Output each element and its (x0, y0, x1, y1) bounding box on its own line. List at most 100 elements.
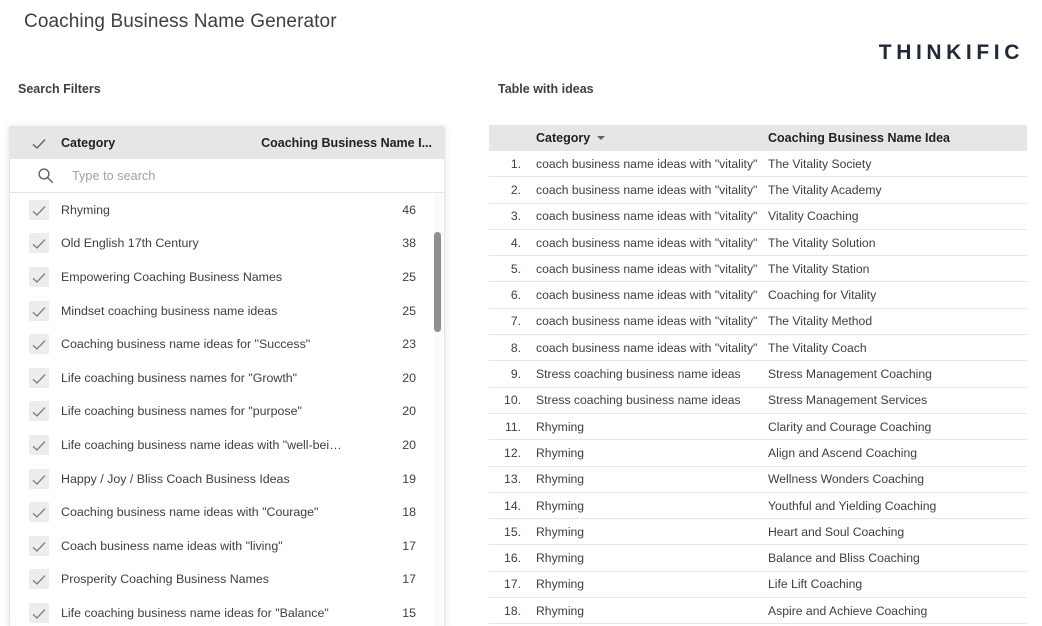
row-category: coach business name ideas with "vitality… (536, 340, 758, 355)
filter-item-count: 18 (402, 505, 416, 520)
row-number: 10. (504, 393, 521, 408)
filter-checkbox[interactable] (29, 602, 49, 623)
filter-list-item[interactable]: Life coaching business names for "Growth… (10, 361, 444, 395)
table-row[interactable]: 12. Rhyming Align and Ascend Coaching (489, 440, 1027, 467)
filter-header-category-label: Category (61, 135, 116, 150)
ideas-header-category-label: Category (536, 131, 591, 145)
row-number: 9. (510, 367, 521, 382)
table-row[interactable]: 13. Rhyming Wellness Wonders Coaching (489, 467, 1027, 493)
row-category: coach business name ideas with "vitality… (536, 182, 758, 197)
ideas-header-idea[interactable]: Coaching Business Name Idea (768, 131, 950, 145)
filter-checkbox[interactable] (29, 401, 49, 422)
row-idea: Coaching for Vitality (768, 288, 877, 303)
filter-item-count: 17 (402, 572, 416, 587)
row-number: 7. (510, 314, 521, 329)
row-number: 15. (504, 524, 521, 539)
app-root: Coaching Business Name Generator THINKIF… (0, 0, 1042, 626)
filter-checkbox[interactable] (29, 300, 49, 321)
table-row[interactable]: 2. coach business name ideas with "vitali… (489, 177, 1027, 204)
sort-descending-caret-icon[interactable] (597, 136, 606, 140)
filter-checkbox[interactable] (29, 468, 49, 489)
search-input-row[interactable]: Type to search (10, 159, 444, 193)
search-input[interactable]: Type to search (72, 169, 155, 183)
row-number: 4. (510, 235, 521, 250)
table-row[interactable]: 9. Stress coaching business name ideas Str… (489, 361, 1027, 388)
filter-item-label: Coaching business name ideas for "Succes… (61, 337, 311, 352)
table-row[interactable]: 16. Rhyming Balance and Bliss Coaching (489, 545, 1027, 572)
filter-checkbox[interactable] (29, 569, 49, 590)
row-number: 5. (510, 261, 521, 276)
filter-list-item[interactable]: Happy / Joy / Bliss Coach Business Ideas… (10, 462, 444, 496)
row-category: Rhyming (536, 603, 585, 618)
row-idea: The Vitality Method (768, 314, 873, 329)
filter-item-label: Prosperity Coaching Business Names (61, 572, 269, 587)
row-idea: Heart and Soul Coaching (768, 524, 905, 539)
filter-checkbox[interactable] (29, 199, 49, 220)
table-row[interactable]: 11. Rhyming Clarity and Courage Coaching (489, 414, 1027, 441)
filter-item-label: Life coaching business name ideas with "… (61, 437, 342, 452)
search-filters-caption: Search Filters (18, 82, 101, 96)
row-idea: The Vitality Society (768, 156, 872, 171)
filter-item-count: 38 (402, 236, 416, 251)
filter-item-label: Life coaching business names for "purpos… (61, 404, 302, 419)
filter-list-item[interactable]: Coach business name ideas with "living" 1… (10, 529, 444, 563)
ideas-table-header-row: Category Coaching Business Name Idea (489, 125, 1027, 151)
filter-checkbox[interactable] (29, 502, 49, 523)
filter-list-item[interactable]: Mindset coaching business name ideas 25 (10, 294, 444, 328)
checkmark-icon[interactable] (29, 133, 49, 153)
row-category: Rhyming (536, 577, 585, 592)
table-row[interactable]: 4. coach business name ideas with "vitali… (489, 230, 1027, 257)
row-category: coach business name ideas with "vitality… (536, 314, 758, 329)
row-idea: Balance and Bliss Coaching (768, 551, 920, 566)
filter-item-count: 25 (402, 303, 416, 318)
search-filters-panel: Category Coaching Business Name I... Typ… (10, 126, 444, 626)
table-with-ideas-caption: Table with ideas (498, 82, 594, 96)
table-row[interactable]: 14. Rhyming Youthful and Yielding Coaching (489, 493, 1027, 520)
filter-checkbox[interactable] (29, 266, 49, 287)
filter-list-item[interactable]: Rhyming 46 (10, 193, 444, 227)
table-row[interactable]: 10. Stress coaching business name ideas St… (489, 388, 1027, 414)
table-row[interactable]: 7. coach business name ideas with "vitali… (489, 309, 1027, 336)
filter-checkbox[interactable] (29, 334, 49, 355)
filter-list-item[interactable]: Prosperity Coaching Business Names 17 (10, 563, 444, 597)
table-row[interactable]: 15. Rhyming Heart and Soul Coaching (489, 519, 1027, 546)
table-row[interactable]: 18. Rhyming Aspire and Achieve Coaching (489, 598, 1027, 625)
filter-checkbox[interactable] (29, 434, 49, 455)
filter-list-item[interactable]: Coaching business name ideas for "Succes… (10, 327, 444, 361)
table-row[interactable]: 1. coach business name ideas with "vitali… (489, 151, 1027, 178)
row-number: 17. (504, 577, 521, 592)
row-number: 14. (504, 498, 521, 513)
filter-list-item[interactable]: Old English 17th Century 38 (10, 227, 444, 261)
filter-list-scrollbar-thumb[interactable] (434, 231, 441, 332)
row-idea: Youthful and Yielding Coaching (768, 498, 937, 513)
row-idea: Clarity and Courage Coaching (768, 419, 932, 434)
filter-list-item[interactable]: Life coaching business names for "purpos… (10, 395, 444, 429)
filter-list-item[interactable]: Life coaching business name ideas with "… (10, 428, 444, 462)
filter-item-count: 15 (402, 605, 416, 620)
ideas-header-category[interactable]: Category (536, 131, 768, 145)
filter-list-item[interactable]: Life coaching business name ideas for "B… (10, 596, 444, 626)
row-category: Rhyming (536, 419, 585, 434)
row-number: 18. (504, 603, 521, 618)
filter-panel-header[interactable]: Category Coaching Business Name I... (10, 126, 444, 159)
filter-checkbox[interactable] (29, 367, 49, 388)
table-row[interactable]: 5. coach business name ideas with "vitali… (489, 256, 1027, 283)
filter-list-item[interactable]: Empowering Coaching Business Names 25 (10, 260, 444, 294)
table-row[interactable]: 17. Rhyming Life Lift Coaching (489, 572, 1027, 599)
table-row[interactable]: 6. coach business name ideas with "vitali… (489, 282, 1027, 309)
table-row[interactable]: 3. coach business name ideas with "vitali… (489, 204, 1027, 230)
row-category: Rhyming (536, 524, 585, 539)
row-idea: Stress Management Services (768, 393, 928, 408)
filter-item-count: 25 (402, 269, 416, 284)
table-row[interactable]: 8. coach business name ideas with "vitali… (489, 335, 1027, 362)
row-idea: Stress Management Coaching (768, 367, 932, 382)
filter-checkbox[interactable] (29, 233, 49, 254)
filter-list[interactable]: Rhyming 46 Old English 17th Century 38 Empow… (10, 193, 444, 626)
row-idea: The Vitality Station (768, 261, 870, 276)
filter-checkbox[interactable] (29, 535, 49, 556)
filter-item-label: Coaching business name ideas with "Coura… (61, 505, 319, 520)
filter-list-scrollbar[interactable] (434, 193, 443, 626)
filter-list-item[interactable]: Coaching business name ideas with "Coura… (10, 495, 444, 529)
row-category: Rhyming (536, 445, 585, 460)
row-category: Rhyming (536, 472, 585, 487)
